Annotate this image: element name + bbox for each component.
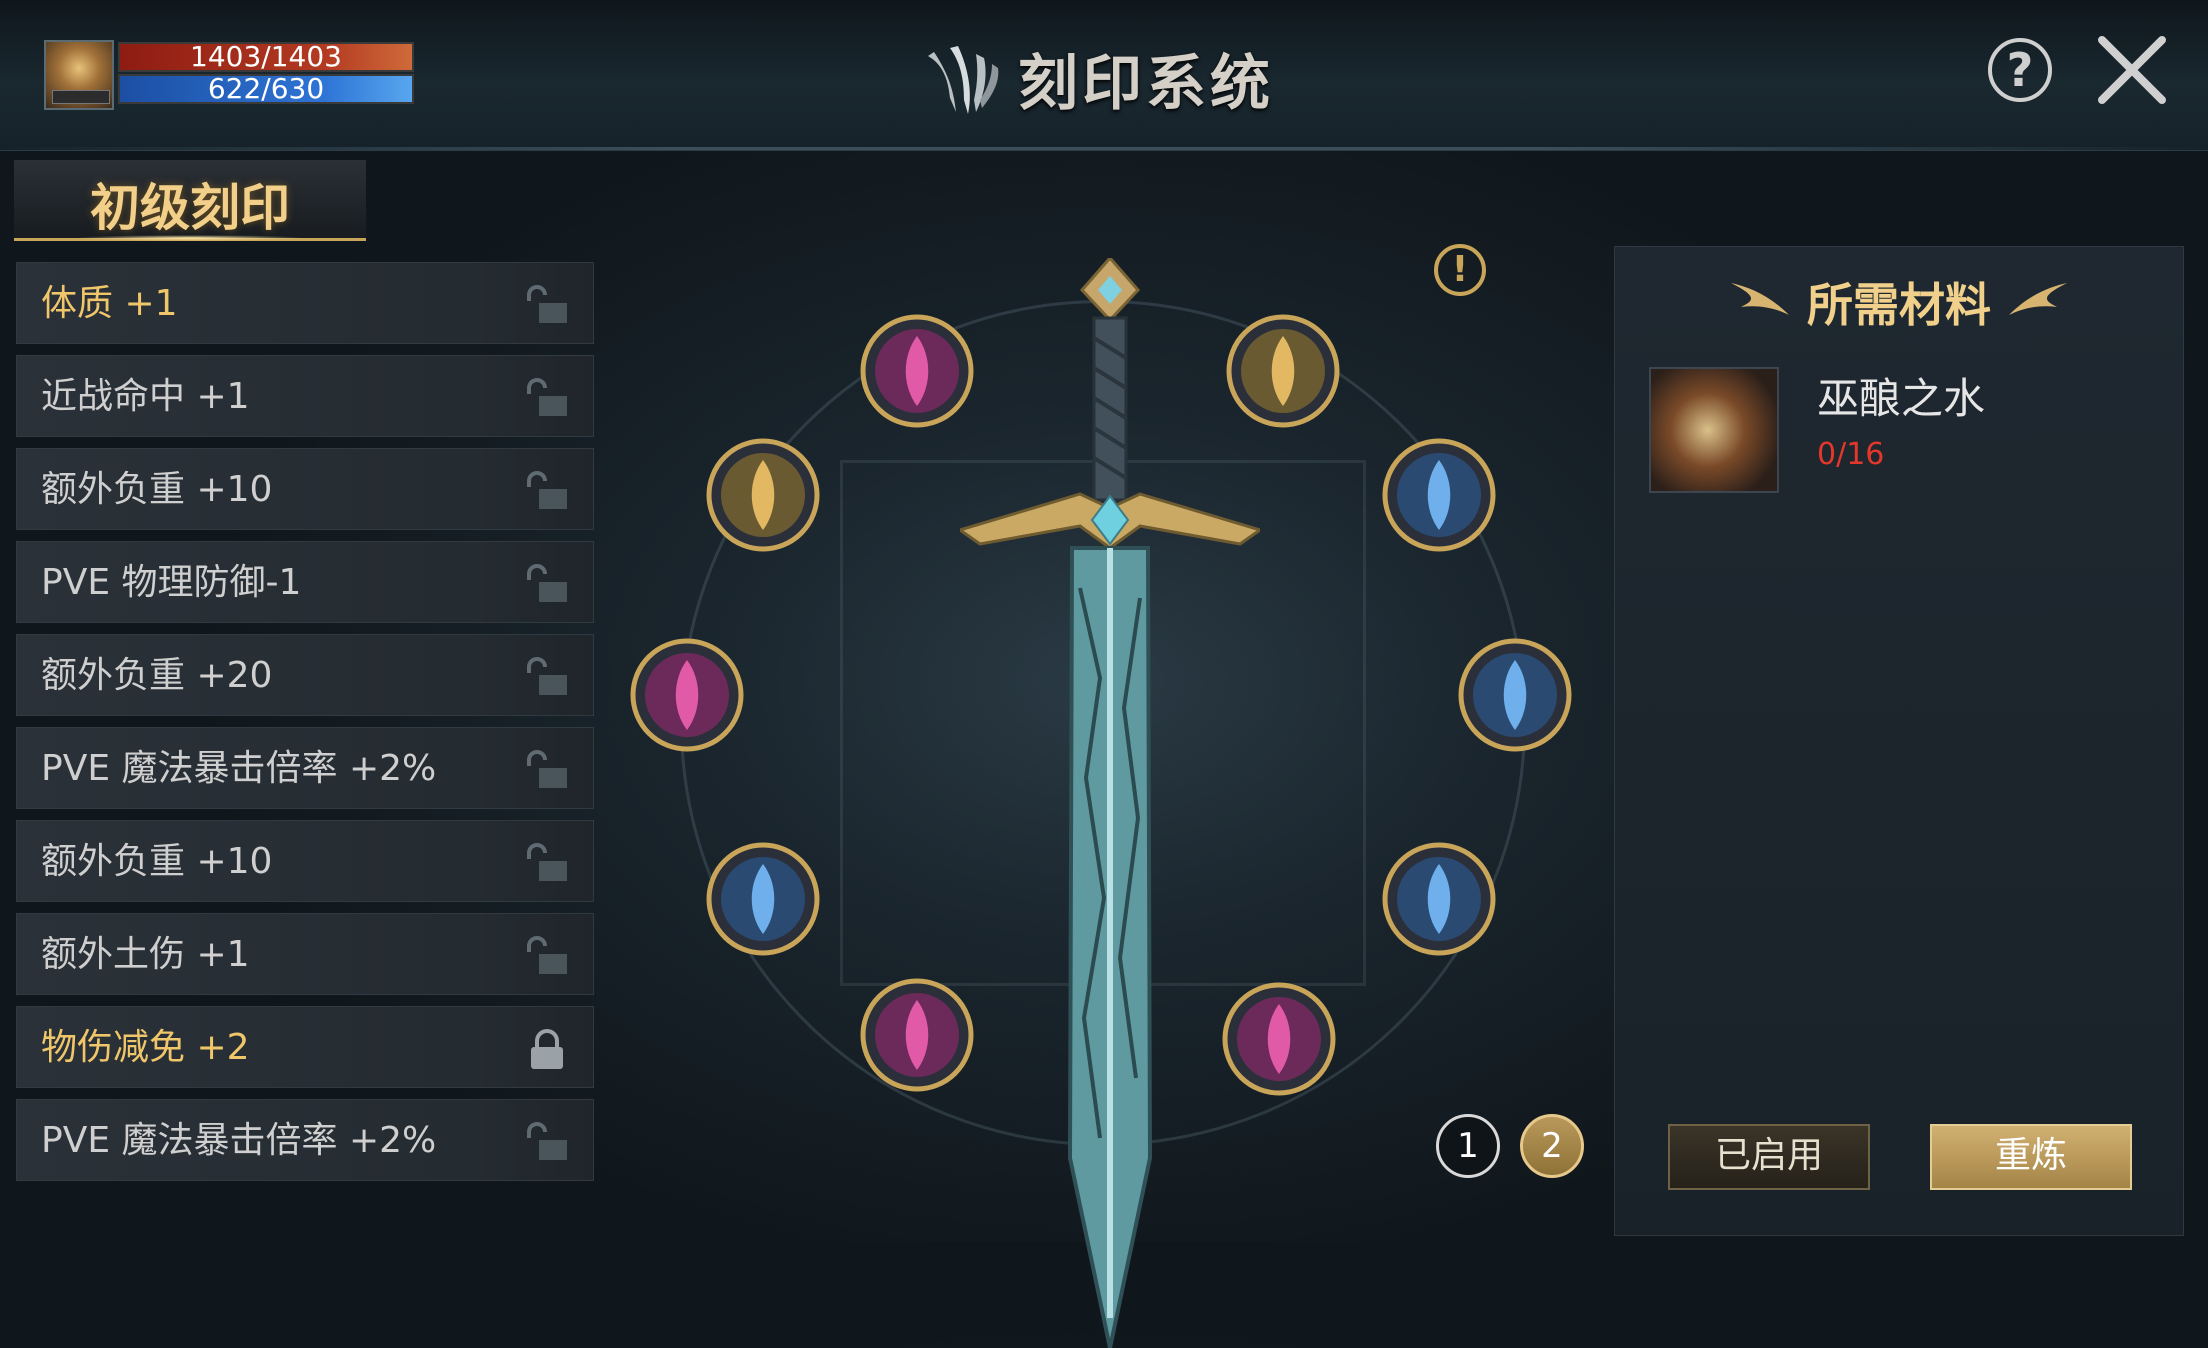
material-item-icon[interactable] bbox=[1649, 367, 1779, 493]
tab-basic-engraving[interactable]: 初级刻印 bbox=[14, 160, 366, 241]
unlock-icon[interactable] bbox=[523, 378, 571, 418]
attr-label: 体质 +1 bbox=[41, 283, 178, 324]
material-name: 巫酿之水 bbox=[1817, 374, 1986, 423]
help-button[interactable]: ? bbox=[1988, 38, 2052, 102]
claw-emblem-icon bbox=[928, 46, 999, 114]
material-count: 0/16 bbox=[1817, 437, 1885, 472]
page-button-2[interactable]: 2 bbox=[1520, 1114, 1584, 1178]
hp-bar: 1403/1403 bbox=[118, 42, 414, 72]
close-icon[interactable] bbox=[2092, 30, 2172, 110]
rune-slot-pink[interactable] bbox=[858, 976, 976, 1094]
attr-label: 额外负重 +20 bbox=[41, 655, 273, 696]
unlock-icon[interactable] bbox=[523, 843, 571, 883]
lock-icon[interactable] bbox=[523, 1029, 571, 1069]
attr-label: 额外负重 +10 bbox=[41, 469, 273, 510]
attr-row[interactable]: 物伤减免 +2 bbox=[16, 1006, 594, 1088]
materials-title: 所需材料 bbox=[1807, 278, 1991, 332]
attr-label: 额外土伤 +1 bbox=[41, 934, 250, 975]
attr-row[interactable]: PVE 魔法暴击倍率 +2% bbox=[16, 727, 594, 809]
attr-row[interactable]: PVE 物理防御-1 bbox=[16, 541, 594, 623]
info-alert-icon[interactable]: ! bbox=[1434, 244, 1486, 296]
mp-bar: 622/630 bbox=[118, 74, 414, 104]
sword-icon bbox=[960, 258, 1260, 1348]
rune-slot-blue[interactable] bbox=[1380, 840, 1498, 958]
unlock-icon[interactable] bbox=[523, 471, 571, 511]
unlock-icon[interactable] bbox=[523, 750, 571, 790]
page-button-1[interactable]: 1 bbox=[1436, 1114, 1500, 1178]
attr-row[interactable]: 额外负重 +10 bbox=[16, 448, 594, 530]
rune-slot-gold[interactable] bbox=[704, 436, 822, 554]
attr-label: 额外负重 +10 bbox=[41, 841, 273, 882]
unlock-icon[interactable] bbox=[523, 1122, 571, 1162]
materials-panel: 所需材料 巫酿之水 0/16 bbox=[1614, 246, 2184, 1236]
title-area: 刻印系统 bbox=[920, 38, 1274, 119]
rune-slot-pink[interactable] bbox=[858, 312, 976, 430]
engraving-stage bbox=[600, 160, 1600, 1348]
rune-slot-pink[interactable] bbox=[628, 636, 746, 754]
attr-row[interactable]: 额外负重 +10 bbox=[16, 820, 594, 902]
attr-label: 物伤减免 +2 bbox=[41, 1027, 250, 1068]
attr-label: PVE 魔法暴击倍率 +2% bbox=[41, 1120, 437, 1161]
attr-row[interactable]: 体质 +1 bbox=[16, 262, 594, 344]
page-title: 刻印系统 bbox=[1018, 48, 1274, 119]
refine-button[interactable]: 重炼 bbox=[1930, 1124, 2132, 1190]
rune-slot-blue[interactable] bbox=[1456, 636, 1574, 754]
player-avatar[interactable] bbox=[44, 40, 114, 110]
attribute-list: 体质 +1 近战命中 +1 额外负重 +10 PVE 物理防御-1 额外负重 +… bbox=[16, 262, 594, 1192]
rune-slot-blue[interactable] bbox=[1380, 436, 1498, 554]
unlock-icon[interactable] bbox=[523, 285, 571, 325]
attr-label: 近战命中 +1 bbox=[41, 376, 250, 417]
enabled-button[interactable]: 已启用 bbox=[1668, 1124, 1870, 1190]
unlock-icon[interactable] bbox=[523, 657, 571, 697]
tab-label: 初级刻印 bbox=[90, 179, 290, 237]
attr-row[interactable]: 额外负重 +20 bbox=[16, 634, 594, 716]
attr-label: PVE 物理防御-1 bbox=[41, 562, 302, 603]
wing-ornament-icon bbox=[2009, 283, 2067, 315]
unlock-icon[interactable] bbox=[523, 936, 571, 976]
tab-glow bbox=[74, 235, 306, 241]
unlock-icon[interactable] bbox=[523, 564, 571, 604]
attr-row[interactable]: 额外土伤 +1 bbox=[16, 913, 594, 995]
attr-row[interactable]: 近战命中 +1 bbox=[16, 355, 594, 437]
player-status: 1403/1403 622/630 bbox=[44, 40, 414, 110]
attr-row[interactable]: PVE 魔法暴击倍率 +2% bbox=[16, 1099, 594, 1181]
rune-slot-blue[interactable] bbox=[704, 840, 822, 958]
attr-label: PVE 魔法暴击倍率 +2% bbox=[41, 748, 437, 789]
avatar-badge bbox=[52, 90, 110, 104]
